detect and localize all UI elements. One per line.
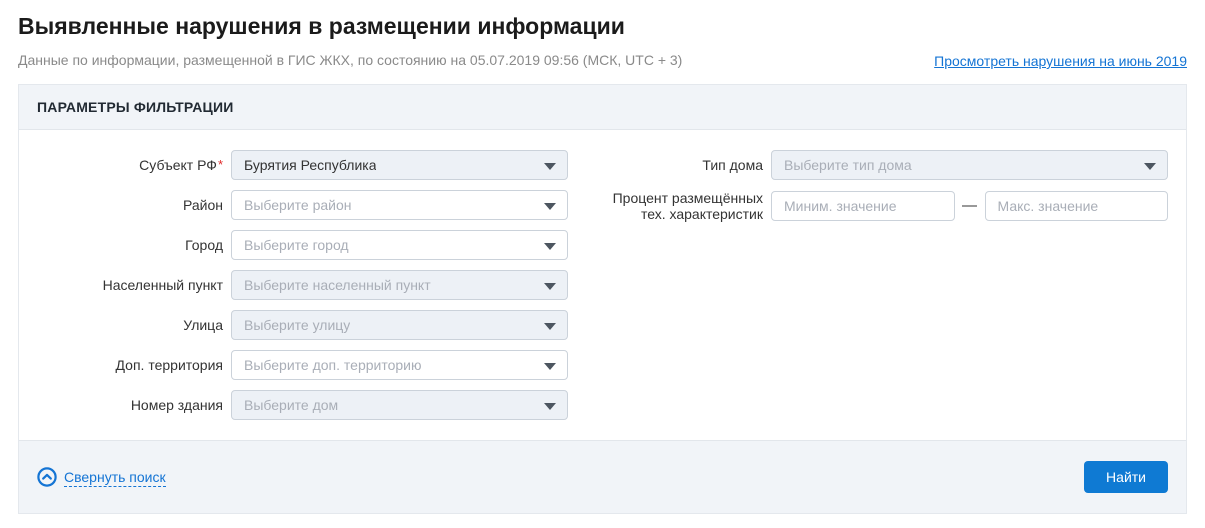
- select-settlement-placeholder: Выберите населенный пункт: [244, 277, 431, 293]
- chevron-up-circle-icon: [37, 467, 57, 487]
- field-label-street: Улица: [37, 317, 223, 333]
- chevron-down-icon: [544, 243, 556, 250]
- field-label-settlement: Населенный пункт: [37, 277, 223, 293]
- select-house-number-placeholder: Выберите дом: [244, 397, 338, 413]
- form-row-subject-rf: Субъект РФ* Бурятия Республика: [37, 150, 568, 180]
- form-row-percent-range: Процент размещённых тех. характеристик —: [600, 190, 1168, 222]
- chevron-down-icon: [544, 323, 556, 330]
- select-subject-rf[interactable]: Бурятия Республика: [231, 150, 568, 180]
- select-city-placeholder: Выберите город: [244, 237, 349, 253]
- range-separator: —: [955, 191, 985, 221]
- form-row-city: Город Выберите город: [37, 230, 568, 260]
- page-subtitle: Данные по информации, размещенной в ГИС …: [18, 52, 682, 69]
- select-city[interactable]: Выберите город: [231, 230, 568, 260]
- field-label-house-type: Тип дома: [600, 157, 763, 173]
- select-house-type-placeholder: Выберите тип дома: [784, 157, 912, 173]
- collapse-search-label: Свернуть поиск: [64, 468, 166, 487]
- select-street[interactable]: Выберите улицу: [231, 310, 568, 340]
- chevron-down-icon: [544, 363, 556, 370]
- filter-form: Субъект РФ* Бурятия Республика Район Выб…: [19, 130, 1186, 440]
- field-label-house-number: Номер здания: [37, 397, 223, 413]
- form-row-additional-territory: Доп. территория Выберите доп. территорию: [37, 350, 568, 380]
- field-label-city: Город: [37, 237, 223, 253]
- chevron-down-icon: [544, 163, 556, 170]
- select-additional-territory[interactable]: Выберите доп. территорию: [231, 350, 568, 380]
- select-house-type[interactable]: Выберите тип дома: [771, 150, 1168, 180]
- min-percent-input[interactable]: [771, 191, 955, 221]
- field-label-subject-rf: Субъект РФ*: [37, 157, 223, 173]
- select-subject-rf-value: Бурятия Республика: [244, 157, 376, 173]
- filter-panel-footer: Свернуть поиск Найти: [19, 440, 1186, 513]
- page-title: Выявленные нарушения в размещении информ…: [18, 12, 1187, 40]
- form-column-right: Тип дома Выберите тип дома Процент разме…: [600, 150, 1168, 232]
- field-label-district: Район: [37, 197, 223, 213]
- select-street-placeholder: Выберите улицу: [244, 317, 350, 333]
- required-asterisk: *: [218, 157, 223, 172]
- select-district-placeholder: Выберите район: [244, 197, 352, 213]
- field-label-percent-range: Процент размещённых тех. характеристик: [600, 190, 763, 222]
- filter-panel-title: ПАРАМЕТРЫ ФИЛЬТРАЦИИ: [19, 85, 1186, 130]
- field-label-additional-territory: Доп. территория: [37, 357, 223, 373]
- max-percent-input[interactable]: [985, 191, 1169, 221]
- chevron-down-icon: [544, 283, 556, 290]
- select-additional-territory-placeholder: Выберите доп. территорию: [244, 357, 421, 373]
- view-june-violations-link[interactable]: Просмотреть нарушения на июнь 2019: [934, 53, 1187, 69]
- select-settlement[interactable]: Выберите населенный пункт: [231, 270, 568, 300]
- form-row-district: Район Выберите район: [37, 190, 568, 220]
- form-column-left: Субъект РФ* Бурятия Республика Район Выб…: [37, 150, 568, 430]
- select-house-number[interactable]: Выберите дом: [231, 390, 568, 420]
- form-row-settlement: Населенный пункт Выберите населенный пун…: [37, 270, 568, 300]
- form-row-street: Улица Выберите улицу: [37, 310, 568, 340]
- chevron-down-icon: [544, 403, 556, 410]
- form-row-house-type: Тип дома Выберите тип дома: [600, 150, 1168, 180]
- chevron-down-icon: [544, 203, 556, 210]
- filter-panel: ПАРАМЕТРЫ ФИЛЬТРАЦИИ Субъект РФ* Бурятия…: [18, 84, 1187, 514]
- select-district[interactable]: Выберите район: [231, 190, 568, 220]
- form-row-house-number: Номер здания Выберите дом: [37, 390, 568, 420]
- percent-range-controls: —: [771, 191, 1168, 221]
- search-button[interactable]: Найти: [1084, 461, 1168, 493]
- collapse-search-link[interactable]: Свернуть поиск: [37, 467, 166, 487]
- subtitle-row: Данные по информации, размещенной в ГИС …: [18, 52, 1187, 69]
- page-header: Выявленные нарушения в размещении информ…: [0, 0, 1205, 69]
- chevron-down-icon: [1144, 163, 1156, 170]
